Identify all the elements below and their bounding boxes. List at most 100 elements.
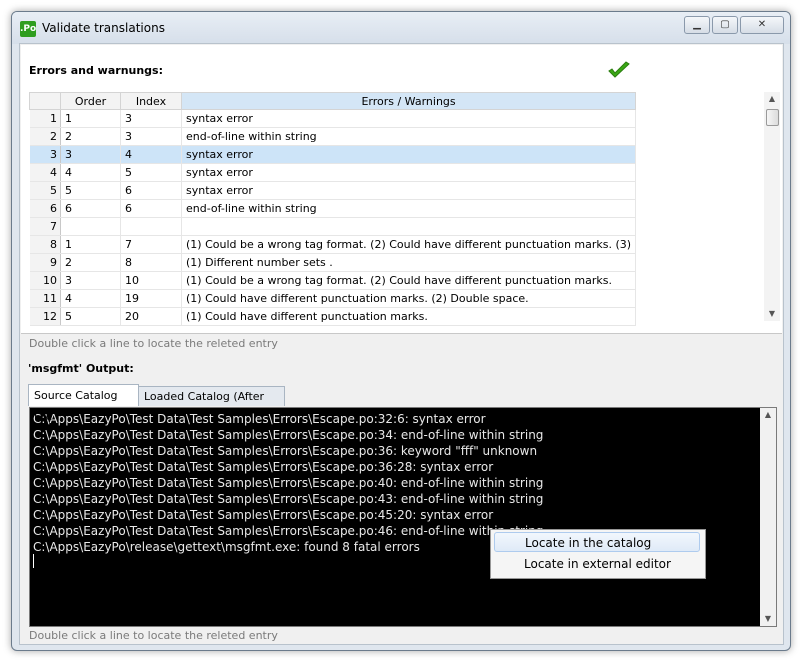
row-number: 10 (29, 271, 61, 290)
row-number: 4 (29, 163, 61, 182)
table-row[interactable]: 4 4 5 syntax error (29, 163, 637, 182)
table-row[interactable]: 5 5 6 syntax error (29, 181, 637, 200)
index-cell: 6 (120, 181, 182, 200)
output-heading: 'msgfmt' Output: (28, 362, 134, 375)
errors-grid-scrollbar[interactable]: ▲ ▼ (764, 92, 780, 321)
scroll-down-arrow-icon[interactable]: ▼ (764, 307, 780, 321)
message-cell: syntax error (181, 109, 637, 128)
message-cell: end-of-line within string (181, 127, 637, 146)
window-title: Validate translations (42, 21, 165, 35)
column-header-errors-warnings[interactable]: Errors / Warnings (180, 92, 637, 110)
order-cell: 3 (60, 145, 121, 164)
index-cell (120, 217, 182, 236)
table-row[interactable]: 10 3 10 (1) Could be a wrong tag format.… (29, 271, 637, 290)
order-cell: 2 (60, 253, 121, 272)
output-line[interactable]: C:\Apps\EazyPo\Test Data\Test Samples\Er… (30, 459, 776, 475)
output-line[interactable]: C:\Apps\EazyPo\Test Data\Test Samples\Er… (30, 491, 776, 507)
checkmark-icon (608, 61, 630, 78)
order-cell (60, 217, 121, 236)
order-cell: 5 (60, 181, 121, 200)
table-row[interactable]: 11 4 19 (1) Could have different punctua… (29, 289, 637, 308)
table-row[interactable]: 6 6 6 end-of-line within string (29, 199, 637, 218)
errors-panel: Errors and warnungs: Order Index Errors … (21, 45, 782, 335)
grid-header-row: Order Index Errors / Warnings (29, 92, 637, 110)
output-line[interactable]: C:\Apps\EazyPo\Test Data\Test Samples\Er… (30, 507, 776, 523)
scrollbar-thumb[interactable] (766, 109, 779, 126)
index-cell: 3 (120, 127, 182, 146)
minimize-icon: ▁ (693, 19, 701, 30)
errors-hint-text: Double click a line to locate the relete… (29, 337, 278, 350)
scroll-up-arrow-icon[interactable]: ▲ (764, 92, 780, 106)
table-row[interactable]: 12 5 20 (1) Could have different punctua… (29, 307, 637, 326)
output-line[interactable]: C:\Apps\EazyPo\Test Data\Test Samples\Er… (30, 443, 776, 459)
title-bar[interactable]: .Po Validate translations ▁ ▢ ✕ (12, 12, 790, 44)
errors-hint-bar: Double click a line to locate the relete… (21, 333, 782, 356)
index-cell: 10 (120, 271, 182, 290)
message-cell: syntax error (181, 181, 637, 200)
output-line[interactable]: C:\Apps\EazyPo\Test Data\Test Samples\Er… (30, 475, 776, 491)
order-cell: 2 (60, 127, 121, 146)
output-hint-bar: Double click a line to locate the relete… (21, 628, 782, 644)
output-line[interactable]: C:\Apps\EazyPo\Test Data\Test Samples\Er… (30, 411, 776, 427)
row-number: 8 (29, 235, 61, 254)
row-number: 11 (29, 289, 61, 308)
order-cell: 6 (60, 199, 121, 218)
index-cell: 20 (120, 307, 182, 326)
menu-item-locate-in-catalog[interactable]: Locate in the catalog (494, 532, 700, 552)
errors-grid: Order Index Errors / Warnings 1 1 3 synt… (29, 92, 637, 326)
message-cell: syntax error (181, 163, 637, 182)
scroll-up-arrow-icon[interactable]: ▲ (760, 408, 776, 422)
output-hint-text: Double click a line to locate the relete… (29, 629, 278, 642)
row-number: 9 (29, 253, 61, 272)
column-header-order[interactable]: Order (60, 92, 121, 110)
order-cell: 4 (60, 289, 121, 308)
table-row[interactable]: 9 2 8 (1) Different number sets . (29, 253, 637, 272)
close-icon: ✕ (757, 19, 767, 30)
table-row-selected[interactable]: 3 3 4 syntax error (29, 145, 637, 164)
message-cell: syntax error (181, 145, 637, 164)
row-number: 5 (29, 181, 61, 200)
row-number: 2 (29, 127, 61, 146)
index-cell: 6 (120, 199, 182, 218)
index-cell: 4 (120, 145, 182, 164)
table-row[interactable]: 8 1 7 (1) Could be a wrong tag format. (… (29, 235, 637, 254)
app-icon: .Po (20, 21, 36, 37)
column-header-index[interactable]: Index (120, 92, 182, 110)
order-cell: 1 (60, 235, 121, 254)
maximize-icon: ▢ (720, 19, 730, 30)
row-number: 1 (29, 109, 61, 128)
msgfmt-output-console[interactable]: C:\Apps\EazyPo\Test Data\Test Samples\Er… (29, 407, 777, 627)
context-menu: Locate in the catalog Locate in external… (490, 529, 706, 579)
message-cell: (1) Could be a wrong tag format. (2) Cou… (181, 271, 637, 290)
console-scrollbar[interactable]: ▲ ▼ (760, 408, 776, 626)
order-cell: 5 (60, 307, 121, 326)
validate-translations-window: .Po Validate translations ▁ ▢ ✕ Errors a… (11, 11, 791, 651)
output-line[interactable]: C:\Apps\EazyPo\Test Data\Test Samples\Er… (30, 427, 776, 443)
table-row[interactable]: 2 2 3 end-of-line within string (29, 127, 637, 146)
tab-loaded-catalog[interactable]: Loaded Catalog (After Save) (138, 386, 285, 422)
order-cell: 4 (60, 163, 121, 182)
minimize-button[interactable]: ▁ (684, 16, 710, 34)
table-row[interactable]: 1 1 3 syntax error (29, 109, 637, 128)
scroll-down-arrow-icon[interactable]: ▼ (760, 612, 776, 626)
order-cell: 3 (60, 271, 121, 290)
row-number: 12 (29, 307, 61, 326)
message-cell: (1) Different number sets . (181, 253, 637, 272)
table-row[interactable]: 7 (29, 217, 637, 236)
tab-source-catalog-file[interactable]: Source Catalog File (28, 384, 139, 423)
index-cell: 7 (120, 235, 182, 254)
message-cell: end-of-line within string (181, 199, 637, 218)
row-number: 3 (29, 145, 61, 164)
message-cell: (1) Could have different punctuation mar… (181, 289, 637, 308)
output-heading-bar: 'msgfmt' Output: (21, 356, 782, 380)
menu-item-locate-in-external-editor[interactable]: Locate in external editor (494, 554, 700, 574)
row-number: 7 (29, 217, 61, 236)
message-cell: (1) Could have different punctuation mar… (181, 307, 637, 326)
caption-buttons: ▁ ▢ ✕ (682, 16, 784, 34)
maximize-button[interactable]: ▢ (712, 16, 738, 34)
grid-corner-cell (29, 92, 61, 110)
dialog-client-area: Errors and warnungs: Order Index Errors … (19, 43, 784, 645)
index-cell: 3 (120, 109, 182, 128)
order-cell: 1 (60, 109, 121, 128)
close-button[interactable]: ✕ (740, 16, 784, 34)
